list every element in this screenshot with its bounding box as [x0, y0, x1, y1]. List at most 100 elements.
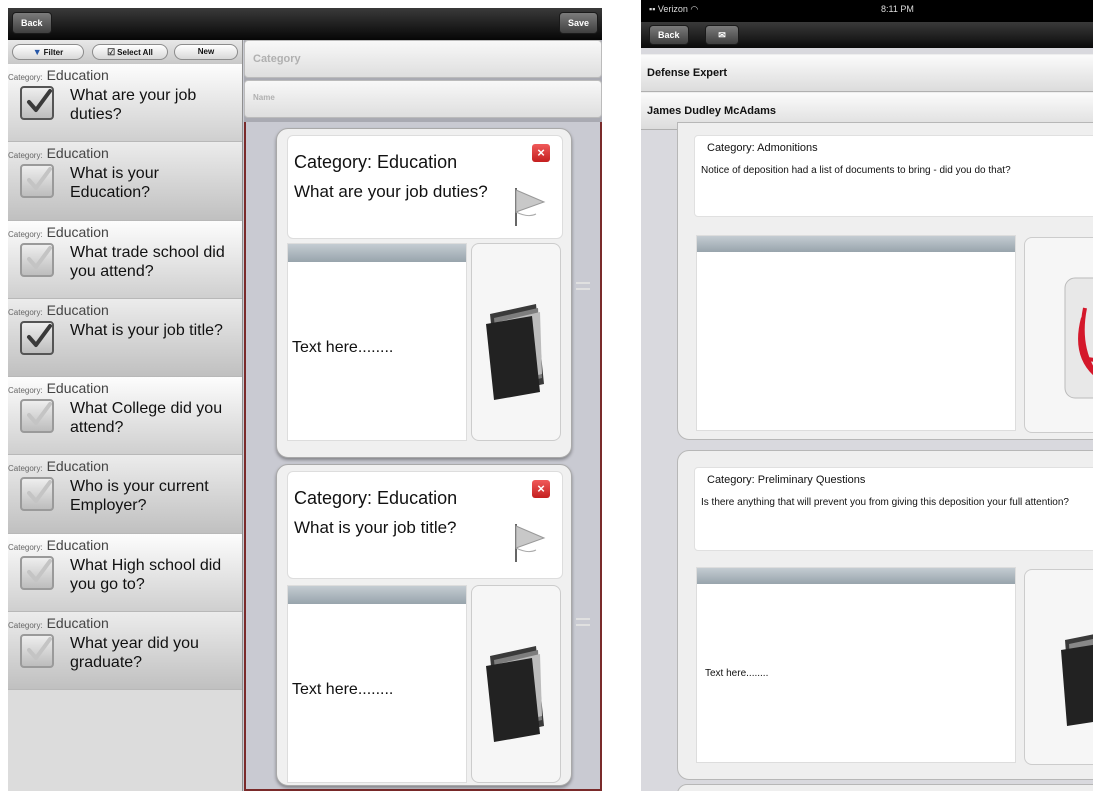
flag-icon[interactable] [510, 184, 546, 228]
question-card: Category: Preliminary Questions Is there… [677, 450, 1093, 780]
card-header: Category: Education What is your job tit… [287, 471, 563, 579]
cards-area: Category: Education What are your job du… [244, 122, 602, 791]
filter-button[interactable]: ▼ Filter [12, 44, 84, 60]
card-header: Category: Admonitions Notice of depositi… [694, 135, 1093, 217]
item-question: What is your job title? [70, 321, 223, 339]
text-box-header [288, 244, 466, 262]
item-question: Who is your current Employer? [70, 478, 209, 515]
list-toolbar: ▼ Filter ☑ Select All New [8, 40, 242, 64]
item-category: Category: Education [8, 615, 109, 632]
folder-icon [1061, 634, 1093, 726]
filter-icon: ▼ [32, 47, 42, 57]
answer-text-box[interactable] [696, 235, 1016, 431]
category-field[interactable]: Category [244, 40, 602, 78]
document-button[interactable] [1024, 237, 1093, 433]
close-icon[interactable]: × [532, 480, 550, 498]
card-header: Category: Education What are your job du… [287, 135, 563, 239]
back-button[interactable]: Back [12, 12, 52, 34]
top-navigation-bar: Back Save [8, 8, 602, 40]
card-category: Category: Education [294, 152, 458, 172]
list-item[interactable]: Category: Education What College did you … [8, 377, 242, 456]
item-category: Category: Education [8, 380, 109, 397]
item-question: What is your Education? [70, 165, 159, 202]
text-box-header [288, 586, 466, 604]
item-question: What High school did you go to? [70, 556, 222, 593]
flag-icon[interactable] [510, 520, 546, 564]
document-button[interactable] [471, 243, 561, 441]
folder-icon [486, 304, 544, 400]
list-item[interactable]: Category: Education What is your Educatio… [8, 142, 242, 221]
right-screen: ▪▪ Verizon ◠ 8:11 PM Back ✉ Defense Expe… [641, 0, 1093, 791]
card-question: Notice of deposition had a list of docum… [701, 165, 1011, 176]
list-item[interactable]: Category: Education What year did you gra… [8, 612, 242, 691]
question-list: Category: Education What are your job dut… [8, 64, 242, 691]
checkbox-icon[interactable] [20, 555, 54, 590]
header-row-label: Defense Expert [647, 67, 728, 79]
item-question: What College did you attend? [70, 400, 223, 437]
wifi-icon: ◠ [687, 4, 699, 14]
item-question: What are your job duties? [70, 87, 197, 123]
item-category: Category: Education [8, 301, 109, 318]
card-category: Category: Admonitions [707, 142, 818, 154]
list-item[interactable]: Category: Education Who is your current E… [8, 455, 242, 534]
answer-text: Text here........ [292, 681, 394, 698]
top-navigation-bar: Back ✉ [641, 22, 1093, 48]
checkbox-icon[interactable] [20, 320, 54, 355]
list-item[interactable]: Category: Education What High school did … [8, 533, 242, 613]
text-box-header [697, 568, 1015, 584]
document-button[interactable] [471, 585, 561, 783]
category-placeholder: Category [253, 53, 301, 65]
answer-text-box[interactable]: Text here........ [287, 243, 467, 441]
drag-handle[interactable] [576, 282, 590, 290]
question-card: Category: Education What are your job du… [276, 128, 572, 458]
item-question: What trade school did you attend? [70, 243, 225, 280]
card-header: Category: Preliminary Questions Is there… [694, 467, 1093, 551]
back-button[interactable]: Back [649, 25, 689, 45]
answer-text-box[interactable]: Text here........ [696, 567, 1016, 763]
text-box-header [697, 236, 1015, 252]
header-row-defense-expert[interactable]: Defense Expert [641, 54, 1093, 92]
signal-icon: ▪▪ [649, 4, 658, 14]
list-item[interactable]: Category: Education What is your job titl… [8, 298, 242, 378]
left-screen: Back Save ▼ Filter ☑ Select All New Catego… [8, 8, 602, 791]
name-placeholder: Name [253, 93, 275, 102]
card-question: Is there anything that will prevent you … [701, 497, 1069, 508]
filter-label: Filter [43, 48, 64, 57]
checkbox-icon[interactable] [20, 399, 54, 434]
question-card: Category: Admonitions Notice of depositi… [677, 122, 1093, 440]
select-all-label: Select All [117, 48, 153, 57]
checkbox-icon[interactable] [20, 86, 54, 120]
item-category: Category: Education [8, 67, 109, 83]
question-card [677, 784, 1093, 791]
card-question: What are your job duties? [294, 182, 488, 201]
answer-text: Text here........ [705, 668, 769, 679]
new-button[interactable]: New [174, 44, 238, 60]
item-category: Category: Education [8, 223, 109, 240]
close-icon[interactable]: × [532, 144, 550, 162]
checkbox-icon[interactable] [20, 634, 54, 669]
pdf-icon [1064, 277, 1093, 399]
email-button[interactable]: ✉ [705, 25, 739, 45]
list-item[interactable]: Category: Education What are your job dut… [8, 64, 242, 143]
checkbox-icon: ☑ [107, 47, 116, 57]
carrier-label: ▪▪ Verizon ◠ [649, 4, 699, 14]
card-question: What is your job title? [294, 518, 457, 537]
checkbox-icon[interactable] [20, 164, 54, 199]
card-category: Category: Preliminary Questions [707, 474, 866, 486]
envelope-icon: ✉ [718, 30, 726, 40]
item-question: What year did you graduate? [70, 635, 199, 672]
select-all-button[interactable]: ☑ Select All [92, 44, 168, 60]
answer-text-box[interactable]: Text here........ [287, 585, 467, 783]
save-button[interactable]: Save [558, 12, 598, 34]
answer-text: Text here........ [292, 339, 394, 356]
checkbox-icon[interactable] [20, 477, 54, 512]
status-bar: ▪▪ Verizon ◠ 8:11 PM [641, 0, 1093, 22]
document-button[interactable] [1024, 569, 1093, 765]
name-field[interactable]: Name [244, 80, 602, 118]
status-time: 8:11 PM [881, 4, 914, 14]
item-category: Category: Education [8, 145, 109, 162]
drag-handle[interactable] [576, 618, 590, 626]
folder-icon [486, 646, 544, 742]
checkbox-icon[interactable] [20, 242, 54, 277]
list-item[interactable]: Category: Education What trade school did… [8, 220, 242, 299]
